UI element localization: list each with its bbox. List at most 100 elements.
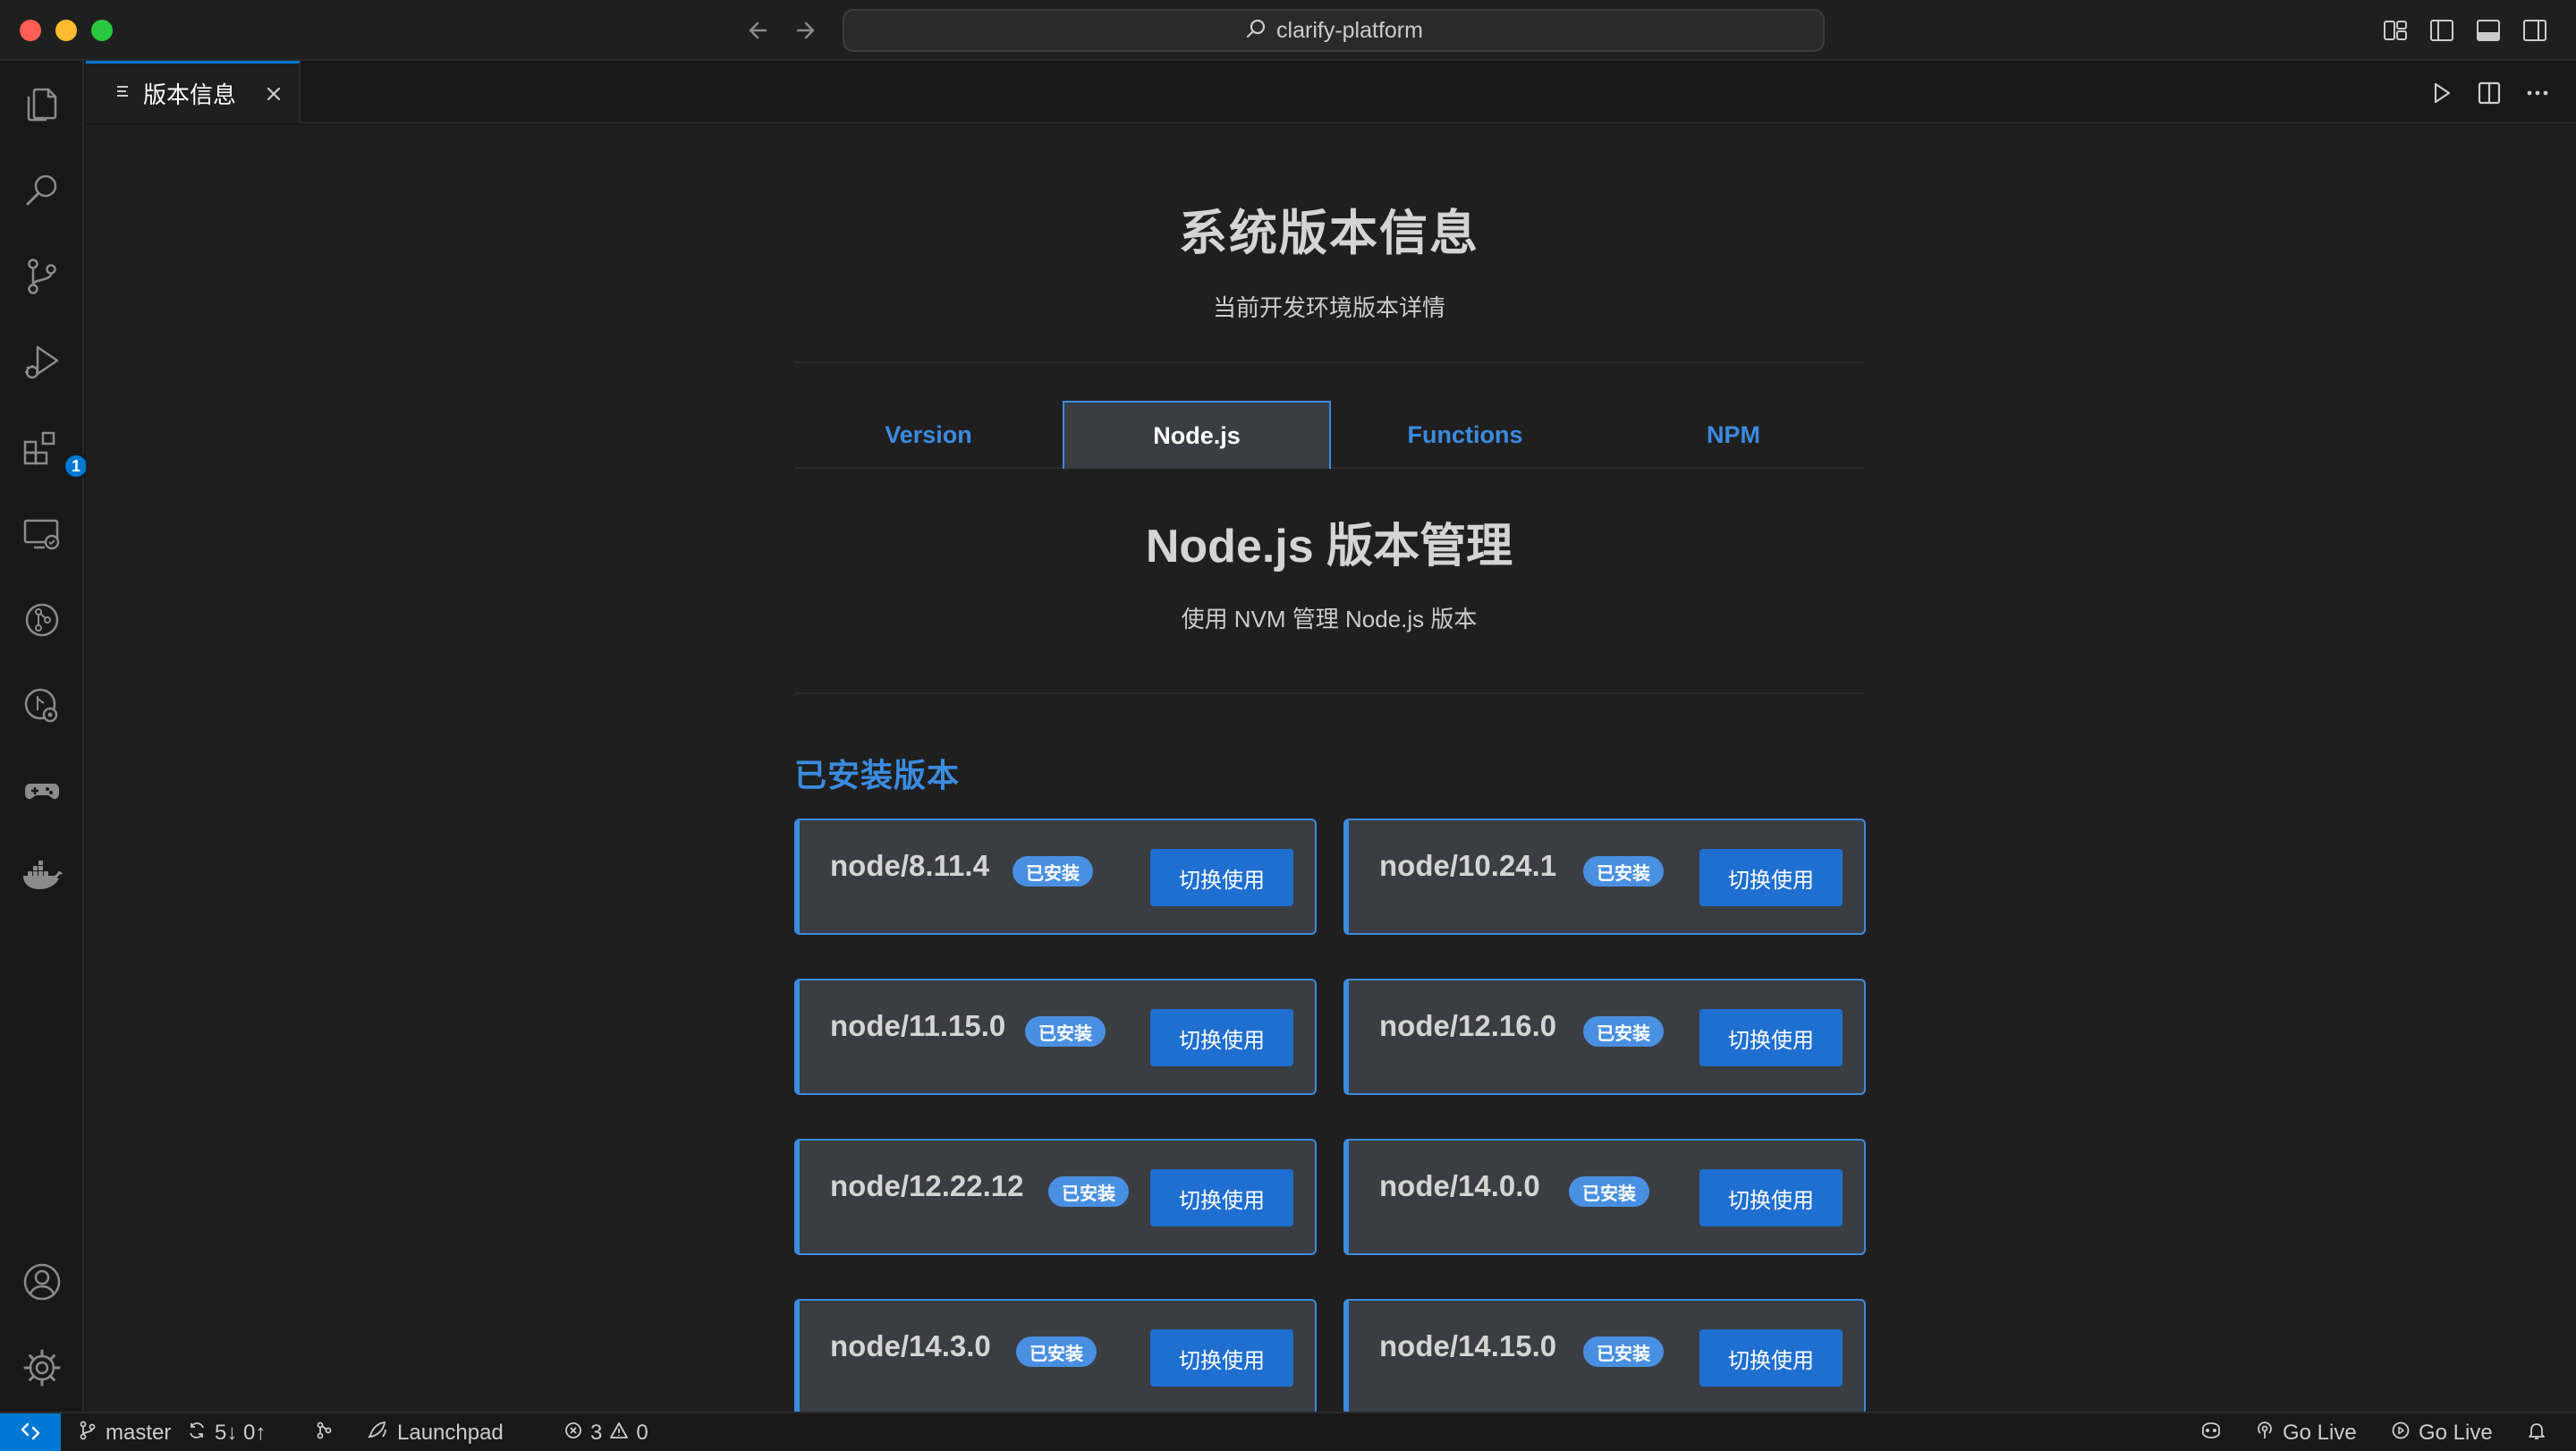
command-center-search[interactable]: clarify-platform (843, 9, 1825, 52)
version-name: node/11.15.0 (830, 1009, 1006, 1042)
tab-npm[interactable]: NPM (1599, 401, 1868, 469)
warning-icon (609, 1421, 629, 1447)
run-debug-icon[interactable] (18, 338, 66, 386)
split-editor-icon[interactable] (2474, 78, 2504, 108)
customize-layout-icon[interactable] (2381, 16, 2410, 45)
version-card: node/14.0.0 已安装 切换使用 (1343, 1139, 1866, 1255)
switch-version-button[interactable]: 切换使用 (1699, 1329, 1843, 1387)
maximize-window-button[interactable] (91, 20, 113, 41)
remote-indicator[interactable] (0, 1413, 61, 1451)
version-name: node/14.3.0 (830, 1329, 991, 1362)
sync-status[interactable]: 5↓ 0↑ (186, 1413, 266, 1451)
account-icon[interactable] (18, 1258, 66, 1306)
version-card: node/12.16.0 已安装 切换使用 (1343, 979, 1866, 1095)
minimize-window-button[interactable] (55, 20, 77, 41)
activity-bar: 1 (0, 61, 89, 1412)
installed-badge: 已安装 (1025, 1016, 1106, 1047)
toggle-primary-sidebar-icon[interactable] (2428, 16, 2456, 45)
copilot-status[interactable] (2199, 1413, 2224, 1451)
notifications-button[interactable] (2526, 1413, 2547, 1451)
switch-version-button[interactable]: 切换使用 (1150, 849, 1293, 906)
installed-badge: 已安装 (1583, 1336, 1664, 1367)
branch-icon (77, 1420, 98, 1447)
broadcast-icon (2254, 1420, 2275, 1447)
problems-status[interactable]: 3 0 (564, 1413, 648, 1451)
go-live-label: Go Live (2283, 1421, 2357, 1445)
play-circle-icon (2390, 1420, 2411, 1447)
more-actions-icon[interactable] (2522, 78, 2553, 108)
switch-version-button[interactable]: 切换使用 (1699, 1169, 1843, 1226)
page-title: 系统版本信息 (1179, 207, 1479, 260)
source-control-icon[interactable] (18, 252, 66, 301)
version-card: node/14.15.0 已安装 切换使用 (1343, 1299, 1866, 1412)
go-live-button[interactable]: Go Live (2390, 1413, 2493, 1451)
title-bar: clarify-platform (0, 0, 2576, 61)
gitlens-inspect-icon[interactable] (18, 682, 66, 730)
branch-status[interactable]: master (77, 1413, 171, 1451)
tab-functions[interactable]: Functions (1331, 401, 1599, 469)
gitlens-status[interactable] (313, 1413, 335, 1451)
forward-arrow-icon[interactable] (787, 13, 823, 48)
close-window-button[interactable] (20, 20, 41, 41)
version-name: node/8.11.4 (830, 849, 989, 882)
files-icon[interactable] (18, 81, 66, 129)
editor-tab-version-info[interactable]: 版本信息 (86, 61, 301, 123)
toggle-secondary-sidebar-icon[interactable] (2521, 16, 2549, 45)
error-icon (564, 1421, 583, 1447)
version-name: node/12.22.12 (830, 1169, 1024, 1202)
remote-explorer-icon[interactable] (18, 510, 66, 558)
version-card: node/10.24.1 已安装 切换使用 (1343, 819, 1866, 935)
switch-version-button[interactable]: 切换使用 (1699, 1009, 1843, 1066)
version-card: node/8.11.4 已安装 切换使用 (794, 819, 1317, 935)
search-icon[interactable] (18, 166, 66, 215)
run-icon[interactable] (2426, 78, 2456, 108)
installed-badge: 已安装 (1569, 1176, 1649, 1207)
workspace-name: clarify-platform (1276, 17, 1423, 43)
installed-badge: 已安装 (1048, 1176, 1129, 1207)
remote-icon (18, 1419, 43, 1448)
extensions-icon[interactable]: 1 (18, 424, 89, 479)
gitlens-commit-icon (313, 1420, 335, 1447)
gitlens-icon[interactable] (18, 596, 66, 644)
switch-version-button[interactable]: 切换使用 (1150, 1009, 1293, 1066)
sync-counts: 5↓ 0↑ (215, 1421, 267, 1445)
error-count: 3 (590, 1421, 603, 1445)
switch-version-button[interactable]: 切换使用 (1150, 1169, 1293, 1226)
version-name: node/12.16.0 (1379, 1009, 1557, 1042)
divider (794, 692, 1864, 694)
copilot-icon (2199, 1420, 2224, 1447)
branch-name: master (106, 1421, 172, 1445)
launchpad-status[interactable]: Launchpad (365, 1413, 504, 1451)
docker-icon[interactable] (18, 853, 66, 902)
divider (794, 361, 1864, 363)
version-name: node/10.24.1 (1379, 849, 1557, 882)
installed-badge: 已安装 (1583, 856, 1664, 887)
gamepad-icon[interactable] (18, 768, 66, 816)
installed-badge: 已安装 (1583, 1016, 1664, 1047)
tab-label: 版本信息 (143, 81, 237, 108)
section-title: Node.js 版本管理 (1145, 521, 1513, 573)
version-card: node/12.22.12 已安装 切换使用 (794, 1139, 1317, 1255)
version-name: node/14.15.0 (1379, 1329, 1557, 1362)
toggle-panel-icon[interactable] (2474, 16, 2503, 45)
tab-nodejs[interactable]: Node.js (1063, 401, 1331, 469)
switch-version-button[interactable]: 切换使用 (1150, 1329, 1293, 1387)
installed-badge: 已安装 (1016, 1336, 1097, 1367)
go-live-button[interactable]: Go Live (2254, 1413, 2357, 1451)
go-live-label: Go Live (2419, 1421, 2493, 1445)
tab-version[interactable]: Version (794, 401, 1063, 469)
bell-icon (2526, 1420, 2547, 1447)
switch-version-button[interactable]: 切换使用 (1699, 849, 1843, 906)
version-name: node/14.0.0 (1379, 1169, 1540, 1202)
version-tabs: Version Node.js Functions NPM (794, 401, 1864, 469)
search-icon (1244, 17, 1267, 45)
version-card: node/14.3.0 已安装 切换使用 (794, 1299, 1317, 1412)
rocket-icon (365, 1420, 390, 1447)
back-arrow-icon[interactable] (741, 13, 776, 48)
sync-icon (186, 1420, 208, 1447)
gear-icon[interactable] (18, 1344, 66, 1392)
page-subtitle: 当前开发环境版本详情 (1212, 294, 1445, 321)
editor-tab-bar: 版本信息 (86, 61, 2576, 123)
preview-icon (114, 82, 132, 105)
close-icon[interactable] (261, 81, 286, 106)
